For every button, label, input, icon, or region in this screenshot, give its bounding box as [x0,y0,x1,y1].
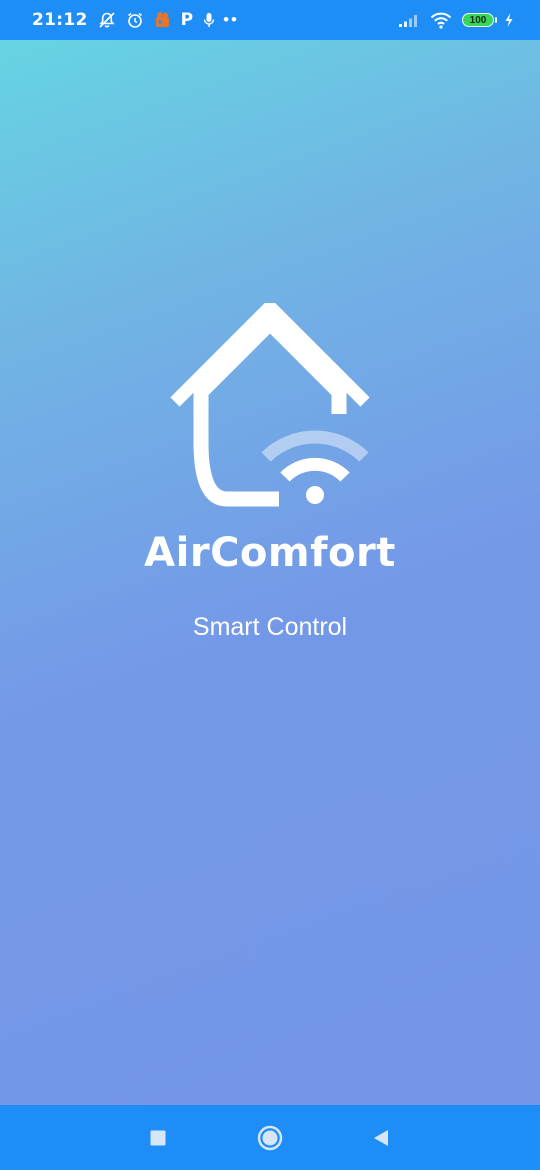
app-notification-icon [154,11,171,29]
mic-icon [203,12,215,28]
home-icon [257,1125,283,1151]
back-icon [374,1130,388,1146]
notifications-off-icon [98,11,116,29]
recent-apps-button[interactable] [145,1125,171,1151]
tagline: Smart Control [192,613,348,641]
charging-icon [504,12,514,28]
splash-screen: AirComfort Smart Control [0,40,540,1105]
home-wifi-icon [170,303,370,507]
navigation-bar [0,1105,540,1170]
alarm-icon [126,11,144,29]
signal-icon [398,12,420,28]
app-name: AirComfort [144,530,396,576]
back-button[interactable] [368,1125,394,1151]
status-bar-left: 21:12 P •• [32,10,239,30]
more-dots-icon: •• [223,10,239,29]
home-button[interactable] [257,1125,283,1151]
status-time: 21:12 [32,10,88,30]
status-bar-right: 100 [398,11,514,29]
recent-apps-icon [150,1130,166,1146]
status-bar: 21:12 P •• 100 [0,0,540,40]
p-icon: P [180,10,194,30]
battery-icon: 100 [462,13,497,27]
wifi-icon [430,11,452,29]
